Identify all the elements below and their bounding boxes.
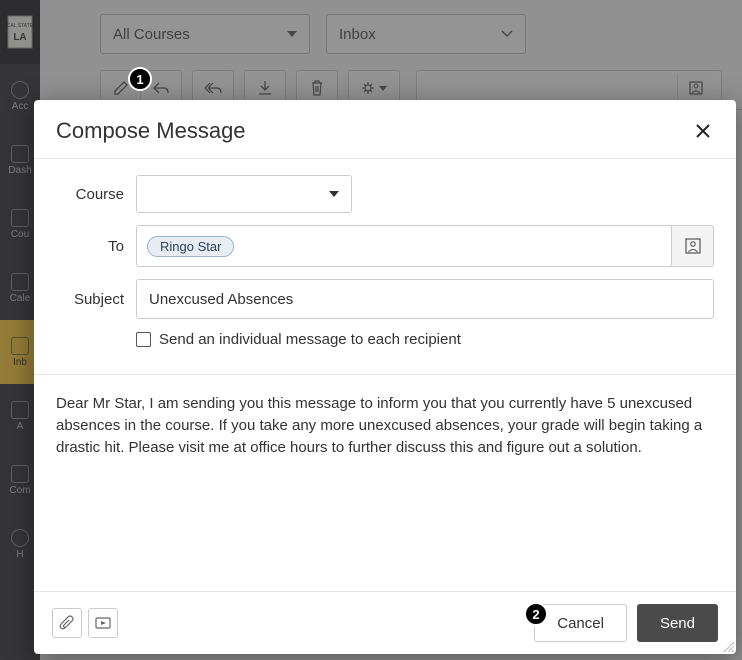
modal-header: Compose Message bbox=[34, 100, 736, 159]
to-input[interactable]: Ringo Star bbox=[136, 225, 672, 267]
callout-marker-1: 1 bbox=[128, 67, 152, 91]
individual-message-checkbox[interactable] bbox=[136, 332, 151, 347]
record-media-button[interactable] bbox=[88, 608, 118, 638]
recipient-pill[interactable]: Ringo Star bbox=[147, 236, 234, 257]
callout-marker-2: 2 bbox=[524, 602, 548, 626]
address-book-button[interactable] bbox=[672, 225, 714, 267]
modal-title: Compose Message bbox=[56, 118, 246, 144]
course-select[interactable] bbox=[136, 175, 352, 213]
send-button[interactable]: Send bbox=[637, 604, 718, 642]
callout-number: 2 bbox=[532, 607, 539, 622]
cancel-label: Cancel bbox=[557, 615, 604, 632]
attach-file-button[interactable] bbox=[52, 608, 82, 638]
individual-message-label: Send an individual message to each recip… bbox=[159, 331, 461, 348]
media-icon bbox=[95, 616, 111, 630]
course-label: Course bbox=[56, 186, 124, 203]
message-body-textarea[interactable]: Dear Mr Star, I am sending you this mess… bbox=[34, 375, 736, 591]
subject-label: Subject bbox=[56, 291, 124, 308]
caret-down-icon bbox=[329, 191, 339, 197]
send-label: Send bbox=[660, 615, 695, 632]
paperclip-icon bbox=[59, 615, 75, 631]
address-book-icon bbox=[685, 238, 701, 254]
subject-value: Unexcused Absences bbox=[149, 291, 293, 308]
compose-message-modal: Compose Message Course To Ringo Star bbox=[34, 100, 736, 654]
modal-footer: Cancel Send bbox=[34, 591, 736, 654]
to-label: To bbox=[56, 238, 124, 255]
callout-number: 1 bbox=[136, 72, 143, 87]
subject-input[interactable]: Unexcused Absences bbox=[136, 279, 714, 319]
modal-form: Course To Ringo Star Subject Unexcused bbox=[34, 159, 736, 360]
resize-handle[interactable] bbox=[722, 640, 734, 652]
close-button[interactable] bbox=[692, 120, 714, 142]
cancel-button[interactable]: Cancel bbox=[534, 604, 627, 642]
close-icon bbox=[696, 124, 710, 138]
